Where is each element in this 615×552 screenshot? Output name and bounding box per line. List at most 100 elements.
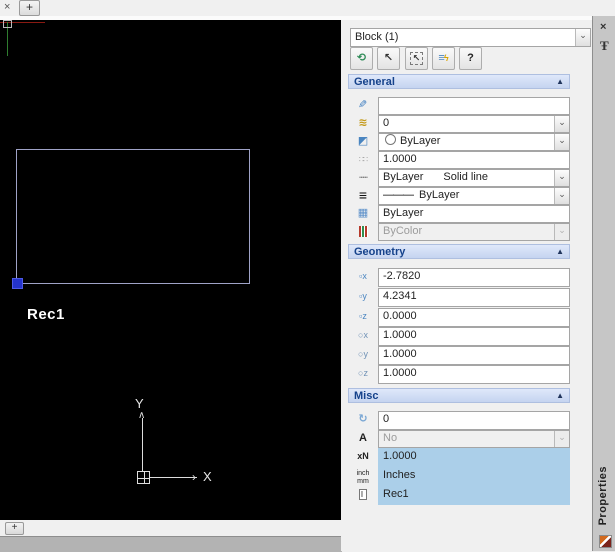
axis-y-arrowhead-icon — [138, 412, 146, 420]
linetype-scale-field[interactable]: 1.0000 — [378, 151, 570, 169]
row-transparency: ByLayer — [341, 205, 592, 223]
layers-icon — [351, 115, 375, 132]
row-hyperlink — [341, 97, 592, 115]
position-z-icon — [351, 308, 375, 325]
object-type-select[interactable]: Block (1) — [350, 28, 591, 47]
field-value: 1.0000 — [383, 348, 417, 360]
collapse-arrow-icon[interactable]: ▲ — [556, 75, 564, 89]
drawing-canvas[interactable]: Rec1 Y X — [0, 20, 341, 520]
hyperlink-field[interactable] — [378, 97, 570, 115]
grip-handle[interactable] — [12, 278, 23, 289]
row-scale-z: 1.0000 — [341, 365, 592, 384]
row-scale-y: 1.0000 — [341, 346, 592, 365]
color-swatch-icon — [385, 134, 396, 145]
new-tab-button[interactable]: + — [19, 0, 40, 16]
chevron-down-icon — [554, 224, 569, 240]
close-tab-icon[interactable]: × — [4, 1, 10, 13]
scale-z-field[interactable]: 1.0000 — [378, 365, 570, 384]
section-header-geometry[interactable]: Geometry ▲ — [348, 244, 570, 259]
transparency-field[interactable]: ByLayer — [378, 205, 570, 223]
rotation-field[interactable]: 0 — [378, 411, 570, 430]
field-value: ByLayer Solid line — [383, 171, 488, 183]
row-linetype-scale: 1.0000 — [341, 151, 592, 169]
panel-title-vertical[interactable]: Properties — [597, 466, 609, 525]
block-name-field: Rec1 — [378, 486, 570, 505]
properties-panel: Block (1) ? General ▲ 0 ByLayer — [341, 20, 592, 551]
lineweight-select[interactable]: ——— ByLayer — [378, 187, 570, 205]
field-value: 1.0000 — [383, 329, 417, 341]
linetype-select[interactable]: ByLayer Solid line — [378, 169, 570, 187]
collapse-arrow-icon[interactable]: ▲ — [556, 389, 564, 403]
field-value: ByLayer — [379, 134, 569, 149]
toggle-pickadd-button[interactable] — [405, 47, 428, 70]
section-header-misc[interactable]: Misc ▲ — [348, 388, 570, 403]
field-value: Inches — [383, 469, 416, 481]
field-value: 4.2341 — [383, 290, 417, 302]
axis-origin-icon — [137, 471, 150, 484]
field-value: 0 — [383, 413, 390, 425]
collapse-arrow-icon[interactable]: ▲ — [556, 245, 564, 259]
row-units: Inches — [341, 467, 592, 486]
quick-select-button[interactable] — [350, 47, 373, 70]
plot-style-select: ByColor — [378, 223, 570, 241]
select-objects-button[interactable] — [377, 47, 400, 70]
axis-x-arrowhead-icon — [192, 473, 200, 481]
chevron-down-icon[interactable] — [554, 116, 569, 132]
section-title: Misc — [354, 390, 379, 402]
quick-properties-button[interactable] — [432, 47, 455, 70]
row-block-name: Rec1 — [341, 486, 592, 505]
field-value: -2.7820 — [383, 270, 421, 282]
scale-x-field[interactable]: 1.0000 — [378, 327, 570, 346]
units-icon — [351, 467, 375, 486]
position-z-field[interactable]: 0.0000 — [378, 308, 570, 327]
section-title: General — [354, 76, 395, 88]
field-value: 1.0000 — [383, 153, 417, 165]
field-value: 0 — [383, 117, 390, 129]
position-y-field[interactable]: 4.2341 — [378, 288, 570, 307]
axis-x-line — [149, 477, 197, 478]
pin-icon[interactable]: Ŧ — [600, 38, 609, 54]
field-value: 0.0000 — [383, 310, 417, 322]
linetype-scale-icon — [351, 151, 375, 168]
scale-x-icon — [351, 327, 375, 344]
chevron-down-icon[interactable] — [554, 188, 569, 204]
chevron-down-icon[interactable] — [575, 29, 590, 46]
scale-y-field[interactable]: 1.0000 — [378, 346, 570, 365]
section-header-general[interactable]: General ▲ — [348, 74, 570, 89]
position-x-icon — [351, 268, 375, 285]
chevron-down-icon[interactable] — [554, 134, 569, 150]
units-field: Inches — [378, 467, 570, 486]
row-scale-x: 1.0000 — [341, 327, 592, 346]
color-icon — [351, 133, 375, 150]
help-button[interactable]: ? — [459, 47, 482, 70]
unit-factor-icon — [351, 448, 375, 465]
lineweight-icon — [351, 187, 375, 204]
close-panel-icon[interactable]: × — [600, 21, 606, 33]
field-value: Rec1 — [383, 488, 409, 500]
axis-x-label: X — [203, 469, 212, 484]
row-lineweight: ———ByLayer — [341, 187, 592, 205]
transparency-icon — [351, 205, 375, 222]
row-unit-factor: 1.0000 — [341, 448, 592, 467]
row-annotative: No — [341, 430, 592, 448]
chevron-down-icon — [554, 431, 569, 447]
selected-rectangle[interactable] — [16, 149, 250, 284]
row-position-y: 4.2341 — [341, 288, 592, 307]
position-x-field[interactable]: -2.7820 — [378, 268, 570, 287]
chevron-down-icon[interactable] — [554, 170, 569, 186]
add-view-button[interactable]: + — [5, 522, 24, 535]
field-value: 1.0000 — [383, 450, 417, 462]
annotative-select: No — [378, 430, 570, 448]
row-layer: 0 — [341, 115, 592, 133]
row-linetype: ByLayerSolid line — [341, 169, 592, 187]
block-name-icon — [351, 486, 375, 503]
axis-y-line — [142, 418, 143, 472]
layer-select[interactable]: 0 — [378, 115, 570, 133]
field-value: ByColor — [383, 225, 423, 237]
row-rotation: 0 — [341, 411, 592, 430]
color-select[interactable]: ByLayer — [378, 133, 570, 151]
plot-style-icon — [351, 223, 375, 243]
rotation-icon — [351, 411, 375, 428]
field-value: 1.0000 — [383, 367, 417, 379]
linetype-icon — [351, 169, 375, 186]
